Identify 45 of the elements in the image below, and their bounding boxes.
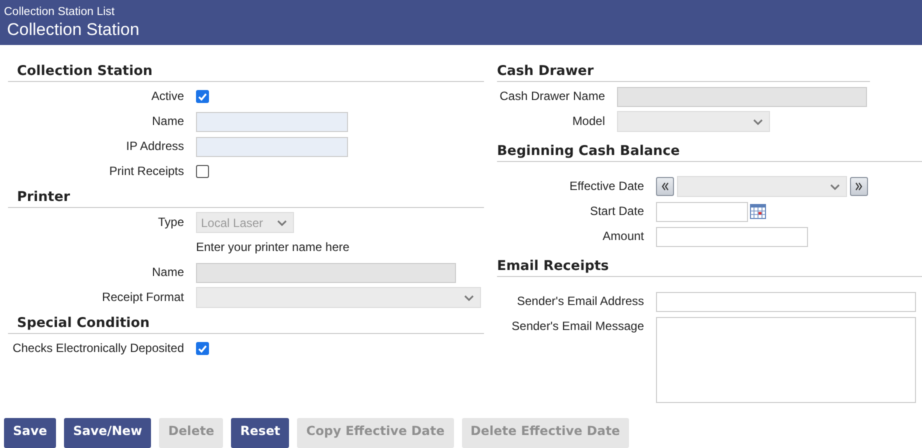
chevron-down-icon — [464, 294, 474, 300]
section-heading: Beginning Cash Balance — [497, 143, 680, 159]
chevron-down-icon — [753, 118, 763, 124]
field-label: Sender's Email Address — [516, 293, 644, 310]
chevron-down-icon — [830, 184, 840, 190]
field-label: Cash Drawer Name — [500, 88, 605, 105]
text-field[interactable] — [656, 226, 808, 246]
action-button[interactable]: Save — [4, 418, 56, 448]
field-label: Active — [151, 88, 184, 105]
text-field[interactable] — [656, 292, 916, 312]
section-heading: Cash Drawer — [497, 63, 594, 79]
text-field[interactable] — [196, 112, 348, 132]
field-label: Amount — [602, 228, 644, 245]
checkbox[interactable] — [196, 90, 209, 103]
field-label: Model — [572, 113, 605, 130]
field-label: Name — [152, 113, 184, 130]
previous-button[interactable] — [656, 177, 674, 196]
action-button[interactable]: Reset — [231, 418, 290, 448]
hint-text: Enter your printer name here — [196, 239, 350, 256]
checkbox[interactable] — [196, 342, 209, 355]
page-title: Collection Station — [6, 19, 140, 41]
field-label: Name — [152, 264, 184, 281]
date-field[interactable] — [656, 202, 748, 222]
checkbox[interactable] — [196, 165, 209, 178]
field-label: Type — [158, 214, 184, 231]
field-label: Effective Date — [570, 178, 644, 195]
field-label: Receipt Format — [102, 289, 184, 306]
section-heading: Email Receipts — [497, 258, 609, 274]
text-field[interactable] — [196, 136, 348, 156]
section-heading: Printer — [17, 189, 70, 205]
field-label: Sender's Email Message — [512, 318, 644, 335]
next-button[interactable] — [850, 177, 868, 196]
breadcrumb-link[interactable]: Collection Station List — [4, 0, 115, 19]
field-label: Print Receipts — [109, 163, 184, 180]
message-field[interactable] — [656, 317, 916, 403]
action-button[interactable]: Save/New — [64, 418, 152, 448]
calendar-icon[interactable] — [750, 204, 766, 219]
field-label: Checks Electronically Deposited — [12, 340, 184, 357]
field-label: IP Address — [126, 138, 184, 155]
section-heading: Special Condition — [17, 315, 150, 331]
chevron-down-icon — [277, 220, 287, 226]
section-heading: Collection Station — [17, 63, 153, 79]
double-chevron-right-icon — [855, 182, 863, 191]
double-chevron-left-icon — [661, 182, 669, 191]
field-label: Start Date — [590, 203, 644, 220]
